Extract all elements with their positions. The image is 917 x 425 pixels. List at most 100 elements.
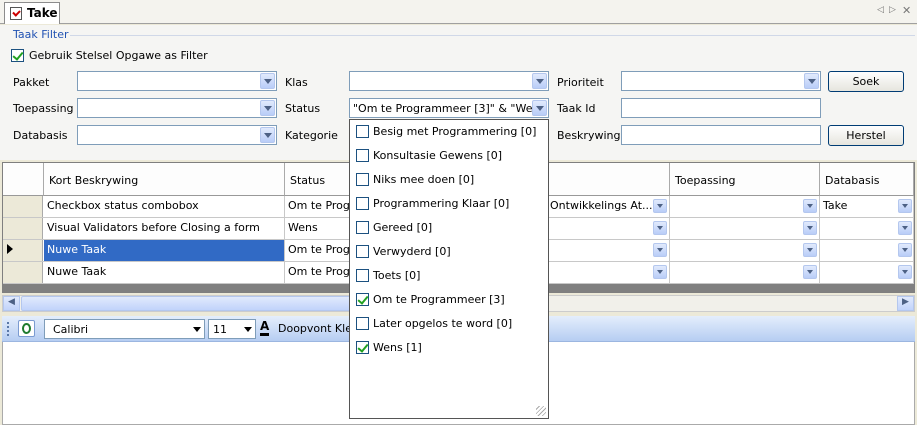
prioriteit-combobox[interactable] bbox=[621, 71, 821, 91]
row-header[interactable] bbox=[3, 196, 43, 217]
filter-group-title: Taak Filter bbox=[13, 28, 69, 41]
prioriteit-label: Prioriteit bbox=[557, 76, 604, 89]
chevron-down-icon[interactable] bbox=[803, 243, 817, 257]
chevron-down-icon[interactable] bbox=[803, 199, 817, 213]
chevron-down-icon[interactable] bbox=[653, 243, 667, 257]
cell-databasis[interactable] bbox=[820, 262, 914, 283]
chevron-down-icon[interactable] bbox=[898, 243, 912, 257]
editor-mode-icon[interactable] bbox=[18, 320, 35, 337]
row-header-corner bbox=[3, 163, 44, 196]
list-item[interactable]: Verwyderd [0] bbox=[350, 240, 548, 264]
cell-databasis[interactable]: Take bbox=[820, 196, 914, 217]
taak-id-field[interactable] bbox=[621, 98, 821, 118]
chevron-down-icon[interactable] bbox=[260, 73, 275, 89]
chevron-down-icon[interactable] bbox=[653, 199, 667, 213]
list-item[interactable]: Niks mee doen [0] bbox=[350, 168, 548, 192]
cell-extra[interactable] bbox=[547, 240, 670, 261]
chevron-down-icon[interactable] bbox=[804, 73, 819, 89]
cell-toepassing[interactable] bbox=[670, 262, 820, 283]
document-tab-strip: Take ◁ ▷ ✕ bbox=[0, 0, 917, 24]
chevron-down-icon[interactable] bbox=[653, 221, 667, 235]
font-color-icon[interactable]: A bbox=[260, 319, 270, 336]
row-header[interactable] bbox=[3, 262, 43, 283]
option-checkbox[interactable] bbox=[356, 173, 369, 186]
search-button[interactable]: Soek bbox=[828, 71, 904, 92]
cell-kort-beskrywing[interactable]: Nuwe Taak bbox=[44, 262, 285, 283]
status-dropdown-list[interactable]: Besig met Programmering [0] Konsultasie … bbox=[349, 119, 549, 419]
kategorie-label: Kategorie bbox=[285, 129, 338, 142]
close-tab-icon[interactable]: ✕ bbox=[902, 4, 911, 17]
list-item[interactable]: Programmering Klaar [0] bbox=[350, 192, 548, 216]
row-header[interactable] bbox=[3, 240, 43, 261]
chevron-down-icon[interactable] bbox=[532, 73, 547, 89]
reset-button[interactable]: Herstel bbox=[828, 125, 904, 146]
databasis-combobox[interactable] bbox=[77, 125, 277, 145]
option-checkbox[interactable] bbox=[356, 341, 369, 354]
cell-kort-beskrywing[interactable]: Checkbox status combobox bbox=[44, 196, 285, 217]
list-item[interactable]: Besig met Programmering [0] bbox=[350, 120, 548, 144]
chevron-down-icon[interactable] bbox=[260, 127, 275, 143]
font-family-combobox[interactable]: Calibri bbox=[44, 319, 205, 339]
list-item[interactable]: Wens [1] bbox=[350, 336, 548, 360]
option-checkbox[interactable] bbox=[356, 125, 369, 138]
toepassing-combobox[interactable] bbox=[77, 98, 277, 118]
option-checkbox[interactable] bbox=[356, 221, 369, 234]
column-header-toepassing[interactable]: Toepassing bbox=[670, 163, 820, 196]
tab-scroll-right-icon[interactable]: ▷ bbox=[889, 5, 896, 15]
option-checkbox[interactable] bbox=[356, 293, 369, 306]
pakket-combobox[interactable] bbox=[77, 71, 277, 91]
chevron-down-icon[interactable] bbox=[532, 100, 547, 116]
resize-grip-icon[interactable] bbox=[536, 406, 546, 416]
current-row-icon bbox=[7, 244, 13, 254]
klas-label: Klas bbox=[285, 76, 308, 89]
cell-toepassing[interactable] bbox=[670, 240, 820, 261]
cell-kort-beskrywing[interactable]: Visual Validators before Closing a form bbox=[44, 218, 285, 239]
klas-combobox[interactable] bbox=[349, 71, 549, 91]
row-header[interactable] bbox=[3, 218, 43, 239]
pakket-label: Pakket bbox=[13, 76, 50, 89]
column-header-databasis[interactable]: Databasis bbox=[820, 163, 914, 196]
cell-extra[interactable] bbox=[547, 218, 670, 239]
chevron-down-icon[interactable] bbox=[653, 265, 667, 279]
tab-title: Take bbox=[27, 6, 58, 20]
chevron-down-icon[interactable] bbox=[193, 327, 201, 332]
font-color-label[interactable]: Doopvont Kleu bbox=[278, 322, 359, 335]
font-size-combobox[interactable]: 11 bbox=[208, 319, 256, 339]
cell-extra[interactable]: Ontwikkelings At... bbox=[547, 196, 670, 217]
chevron-down-icon[interactable] bbox=[260, 100, 275, 116]
use-filter-checkbox[interactable] bbox=[11, 49, 24, 62]
option-checkbox[interactable] bbox=[356, 149, 369, 162]
option-checkbox[interactable] bbox=[356, 269, 369, 282]
chevron-down-icon[interactable] bbox=[803, 221, 817, 235]
status-label: Status bbox=[285, 102, 321, 115]
chevron-down-icon[interactable] bbox=[898, 221, 912, 235]
scroll-left-icon[interactable]: ◀ bbox=[3, 296, 20, 311]
cell-kort-beskrywing[interactable]: Nuwe Taak bbox=[44, 240, 285, 261]
option-checkbox[interactable] bbox=[356, 245, 369, 258]
cell-databasis[interactable] bbox=[820, 218, 914, 239]
chevron-down-icon[interactable] bbox=[803, 265, 817, 279]
toolbar-grip[interactable] bbox=[7, 322, 10, 336]
tab-take[interactable]: Take bbox=[4, 2, 60, 24]
column-header-kort-beskrywing[interactable]: Kort Beskrywing bbox=[44, 163, 285, 196]
list-item[interactable]: Gereed [0] bbox=[350, 216, 548, 240]
cell-databasis[interactable] bbox=[820, 240, 914, 261]
taak-id-label: Taak Id bbox=[557, 102, 596, 115]
scroll-right-icon[interactable]: ▶ bbox=[897, 296, 914, 311]
list-item[interactable]: Om te Programmeer [3] bbox=[350, 288, 548, 312]
chevron-down-icon[interactable] bbox=[898, 265, 912, 279]
chevron-down-icon[interactable] bbox=[898, 199, 912, 213]
option-checkbox[interactable] bbox=[356, 317, 369, 330]
tab-scroll-left-icon[interactable]: ◁ bbox=[877, 5, 884, 15]
list-item[interactable]: Konsultasie Gewens [0] bbox=[350, 144, 548, 168]
option-checkbox[interactable] bbox=[356, 197, 369, 210]
chevron-down-icon[interactable] bbox=[244, 327, 252, 332]
group-divider bbox=[70, 35, 915, 36]
beskrywing-field[interactable] bbox=[621, 125, 821, 145]
cell-toepassing[interactable] bbox=[670, 218, 820, 239]
cell-extra[interactable] bbox=[547, 262, 670, 283]
status-combobox[interactable]: "Om te Programmeer [3]" & "Wens [1 bbox=[349, 98, 549, 118]
cell-toepassing[interactable] bbox=[670, 196, 820, 217]
list-item[interactable]: Later opgelos te word [0] bbox=[350, 312, 548, 336]
list-item[interactable]: Toets [0] bbox=[350, 264, 548, 288]
